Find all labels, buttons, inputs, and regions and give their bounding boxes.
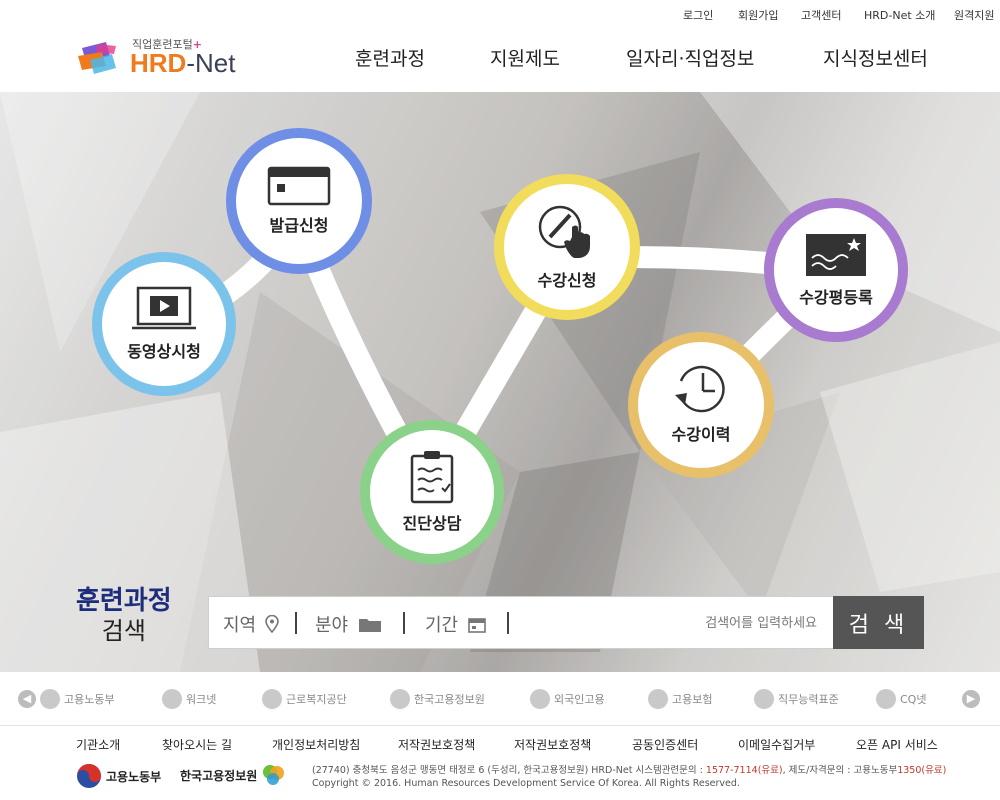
utility-bar: 로그인 회원가입 고객센터 HRD-Net 소개 원격지원 [0, 0, 1000, 28]
eps-logo-icon [530, 689, 550, 709]
keis-leaf-icon [263, 765, 285, 785]
ei-logo-icon [648, 689, 668, 709]
hero-item-label: 수강이력 [671, 425, 731, 444]
footer-link-email-refusal[interactable]: 이메일수집거부 [738, 736, 815, 753]
copyright-text: Copyright © 2016. Human Resources Develo… [312, 778, 740, 789]
history-clock-icon [675, 365, 725, 413]
customer-center-link[interactable]: 고객센터 [801, 7, 841, 23]
period-filter[interactable]: 기간 [425, 611, 486, 637]
nav-support-system[interactable]: 지원제도 [490, 44, 560, 71]
comwel-logo-icon [262, 689, 282, 709]
checklist-icon [410, 451, 454, 504]
search-box: 지역 분야 기간 [208, 596, 834, 649]
login-link[interactable]: 로그인 [683, 7, 713, 23]
hero-banner: 동영상시청 발급신청 진단상담 수강신청 수강평등록 수강이력 [0, 92, 1000, 672]
divider [507, 612, 509, 634]
touch-pen-icon [538, 205, 590, 258]
footer-link-copyright-policy-2[interactable]: 저작권보호정책 [514, 736, 591, 753]
remote-support-link[interactable]: 원격지원 [954, 7, 994, 23]
prev-arrow-icon[interactable]: ◀ [18, 690, 36, 708]
partner-comwel[interactable]: 근로복지공단 [262, 688, 347, 710]
card-icon [267, 166, 331, 206]
footer-link-copyright-policy[interactable]: 저작권보호정책 [398, 736, 475, 753]
nav-training-courses[interactable]: 훈련과정 [355, 44, 425, 71]
keis-logo-icon [390, 689, 410, 709]
footer-logo-moel: 고용노동부 [76, 763, 161, 789]
hero-item-course-enroll[interactable]: 수강신청 [494, 174, 640, 320]
partner-cq[interactable]: CQ넷 [876, 688, 926, 710]
cq-logo-icon [876, 689, 896, 709]
folder-icon [358, 619, 381, 632]
search-input[interactable] [517, 609, 817, 637]
partner-ei[interactable]: 고용보험 [648, 688, 712, 710]
hero-item-issue-request[interactable]: 발급신청 [226, 128, 372, 274]
hero-item-label: 동영상시청 [127, 342, 201, 361]
review-star-icon [806, 234, 866, 276]
signup-link[interactable]: 회원가입 [738, 7, 778, 23]
hrd-net-logo[interactable]: 직업훈련포털+ HRD-Net [76, 36, 246, 80]
worknet-logo-icon [162, 689, 182, 709]
nav-knowledge-center[interactable]: 지식정보센터 [823, 44, 928, 71]
hero-item-diagnosis[interactable]: 진단상담 [360, 420, 504, 564]
footer-logo-keis: 한국고용정보원 [180, 763, 285, 787]
taegeuk-icon [77, 764, 101, 788]
moel-logo-icon [40, 689, 60, 709]
footer-link-directions[interactable]: 찾아오시는 길 [162, 736, 232, 753]
region-filter[interactable]: 지역 [223, 611, 279, 637]
logo-brand: HRD-Net [130, 48, 236, 78]
search-title-line2: 검색 [101, 617, 146, 645]
hero-item-label: 수강신청 [537, 271, 597, 290]
search-title-line1: 훈련과정 [76, 586, 172, 616]
partner-ncs[interactable]: 직무능력표준 [754, 688, 839, 710]
next-arrow-icon[interactable]: ▶ [962, 690, 980, 708]
partner-worknet[interactable]: 워크넷 [162, 688, 216, 710]
footer-link-open-api[interactable]: 오픈 API 서비스 [856, 736, 938, 753]
logo-mark-icon [78, 42, 116, 74]
video-icon [132, 286, 196, 330]
hero-item-label: 수강평등록 [799, 288, 873, 307]
footer-address: (27740) 충청북도 음성군 맹동면 태정로 6 (두성리, 한국고용정보원… [312, 765, 947, 789]
hero-item-course-review[interactable]: 수강평등록 [764, 198, 908, 342]
divider [403, 612, 405, 634]
field-filter[interactable]: 분야 [315, 611, 382, 637]
search-title: 훈련과정 검색 [76, 586, 172, 646]
footer-link-certificate-center[interactable]: 공동인증센터 [632, 736, 698, 753]
divider [295, 612, 297, 634]
partner-moel[interactable]: 고용노동부 [40, 688, 115, 710]
calendar-icon [468, 618, 486, 633]
partner-keis[interactable]: 한국고용정보원 [390, 688, 485, 710]
hero-item-label: 발급신청 [269, 216, 329, 235]
hero-item-video[interactable]: 동영상시청 [92, 252, 236, 396]
nav-jobs-info[interactable]: 일자리·직업정보 [626, 44, 754, 71]
footer-link-privacy[interactable]: 개인정보처리방침 [272, 736, 360, 753]
footer-link-about[interactable]: 기관소개 [76, 736, 120, 753]
hero-item-label: 진단상담 [402, 514, 462, 533]
about-hrd-net-link[interactable]: HRD-Net 소개 [864, 7, 935, 23]
search-button[interactable]: 검 색 [833, 596, 924, 649]
ncs-logo-icon [754, 689, 774, 709]
partner-eps[interactable]: 외국인고용 [530, 688, 605, 710]
partner-strip: ◀ 고용노동부 워크넷 근로복지공단 한국고용정보원 외국인고용 고용보험 직무… [0, 672, 1000, 726]
map-pin-icon [265, 614, 279, 634]
hero-item-course-history[interactable]: 수강이력 [628, 332, 774, 478]
